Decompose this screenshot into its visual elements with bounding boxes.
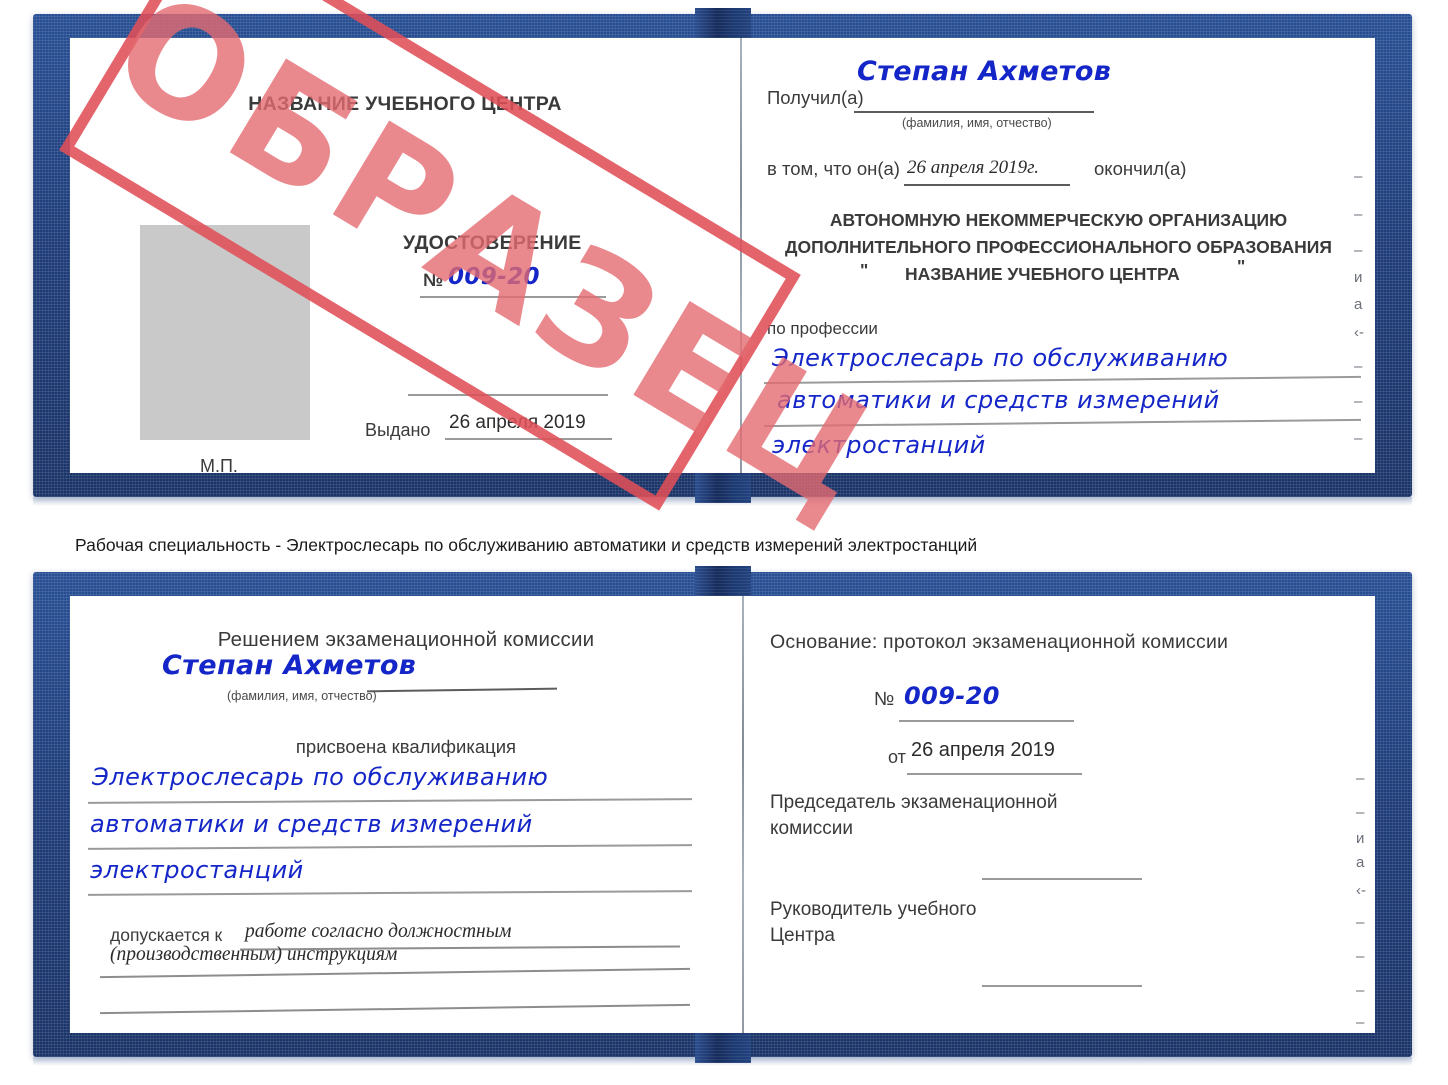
page-divider-top [740, 38, 742, 473]
basis-label: Основание: протокол экзаменационной коми… [770, 631, 1229, 653]
blank-rule-top [408, 394, 608, 396]
page-bottom-right: Основание: протокол экзаменационной коми… [744, 596, 1375, 1033]
margin-mark-4: и [1354, 269, 1363, 286]
margin-mark-b-6: – [1356, 914, 1365, 931]
margin-mark-6: ‹- [1354, 324, 1364, 341]
head-line-1: Руководитель учебного [770, 899, 977, 920]
issued-label-top: Выдано [365, 420, 431, 440]
margin-mark-9: – [1354, 430, 1363, 447]
student-name-bottom: Степан Ахметов [162, 650, 417, 681]
margin-mark-3: – [1354, 242, 1363, 259]
finished-label-top: окончил(а) [1094, 158, 1187, 179]
in-that-label-top: в том, что он(а) [767, 158, 900, 179]
page-divider-bottom [742, 596, 744, 1033]
spine-tab-top-upper [694, 8, 751, 38]
protocol-number-rule [899, 720, 1074, 722]
profession-line-3: электростанций [772, 431, 986, 459]
allowed-rule-3 [100, 1003, 690, 1014]
protocol-date-label: от [888, 747, 906, 767]
chairman-signature-rule [982, 878, 1142, 880]
margin-mark-b-7: – [1356, 948, 1365, 965]
received-hint-top: (фамилия, имя, отчество) [902, 116, 1052, 130]
qualification-rule-3 [87, 890, 693, 896]
certificate-title-top: УДОСТОВЕРЕНИЕ [403, 232, 582, 254]
org-line-3: НАЗВАНИЕ УЧЕБНОГО ЦЕНТРА [905, 264, 1180, 284]
qualification-label: присвоена квалификация [295, 736, 517, 757]
received-value-top: Степан Ахметов [857, 56, 1112, 87]
profession-label-top: по профессии [767, 319, 878, 338]
protocol-number-label: № [874, 689, 895, 710]
margin-mark-b-1: – [1356, 770, 1365, 787]
org-line-1: АВТОНОМНУЮ НЕКОММЕРЧЕСКУЮ ОРГАНИЗАЦИЮ [829, 210, 1288, 230]
name-hint-bottom: (фамилия, имя, отчество) [227, 689, 377, 703]
decision-title: Решением экзаменационной комиссии [217, 628, 595, 651]
head-line-2: Центра [770, 925, 835, 946]
training-center-name-top: НАЗВАНИЕ УЧЕБНОГО ЦЕНТРА [248, 93, 562, 115]
in-that-value-top: 26 апреля 2019г. [907, 157, 1039, 178]
margin-mark-b-5: ‹- [1356, 882, 1366, 899]
allowed-label: допускается к [110, 925, 223, 945]
photo-placeholder [140, 225, 310, 440]
issued-value-top: 26 апреля 2019 [449, 412, 586, 433]
spine-tab-bottom-upper [694, 566, 751, 596]
certificate-book-top: НАЗВАНИЕ УЧЕБНОГО ЦЕНТРА УДОСТОВЕРЕНИЕ №… [33, 8, 1412, 506]
allowed-value-line-2: (производственным) инструкциям [110, 944, 398, 965]
head-signature-rule [982, 985, 1142, 987]
margin-mark-7: – [1354, 358, 1363, 375]
profession-rule-1 [764, 375, 1361, 385]
qualification-line-3: электростанций [90, 856, 304, 884]
pages-bottom: Решением экзаменационной комиссии Степан… [70, 596, 1375, 1033]
allowed-value-line-1: работе согласно должностным [245, 921, 512, 942]
margin-mark-5: а [1354, 296, 1363, 313]
profession-line-1: Электрослесарь по обслуживанию [772, 344, 1229, 372]
profession-line-2: автоматики и средств измерений [777, 386, 1220, 414]
margin-mark-2: – [1354, 206, 1363, 223]
qualification-line-2: автоматики и средств измерений [90, 810, 533, 838]
received-rule-top [854, 111, 1094, 113]
margin-mark-b-2: – [1356, 804, 1365, 821]
margin-mark-b-3: и [1356, 830, 1365, 847]
certificate-book-bottom: Решением экзаменационной комиссии Степан… [33, 566, 1412, 1066]
margin-mark-b-8: – [1356, 982, 1365, 999]
chairman-line-2: комиссии [770, 818, 853, 839]
pages-top: НАЗВАНИЕ УЧЕБНОГО ЦЕНТРА УДОСТОВЕРЕНИЕ №… [70, 38, 1375, 473]
page-bottom-left: Решением экзаменационной комиссии Степан… [70, 596, 742, 1033]
profession-rule-2 [764, 418, 1361, 428]
page-top-right: Получил(а) Степан Ахметов (фамилия, имя,… [742, 38, 1375, 473]
number-value-top: 009-20 [448, 264, 540, 290]
name-rule-bottom [366, 687, 558, 692]
issued-rule-top [445, 438, 612, 440]
org-quote-open: " [860, 260, 869, 280]
qualification-rule-2 [87, 844, 693, 850]
number-label-top: № [423, 270, 444, 290]
org-quote-close: " [1237, 256, 1246, 276]
margin-mark-1: – [1354, 168, 1363, 185]
margin-mark-b-9: – [1356, 1014, 1365, 1031]
protocol-number-value: 009-20 [904, 682, 1000, 710]
margin-mark-b-4: а [1356, 854, 1365, 871]
number-rule-top [420, 296, 606, 298]
spine-tab-bottom-lower [694, 1033, 751, 1063]
protocol-date-rule [907, 773, 1082, 775]
spine-tab-top-lower [694, 473, 751, 503]
qualification-rule-1 [87, 798, 693, 804]
received-label-top: Получил(а) [767, 87, 864, 108]
qualification-line-1: Электрослесарь по обслуживанию [92, 763, 549, 791]
org-line-2: ДОПОЛНИТЕЛЬНОГО ПРОФЕССИОНАЛЬНОГО ОБРАЗО… [785, 237, 1332, 257]
seal-label-top: М.П. [200, 456, 238, 473]
in-that-rule-top [904, 184, 1070, 186]
allowed-rule-2 [100, 967, 690, 978]
margin-mark-8: – [1354, 393, 1363, 410]
page-caption: Рабочая специальность - Электрослесарь п… [75, 535, 978, 555]
protocol-date-value: 26 апреля 2019 [911, 739, 1055, 761]
chairman-line-1: Председатель экзаменационной [770, 792, 1058, 813]
page-top-left: НАЗВАНИЕ УЧЕБНОГО ЦЕНТРА УДОСТОВЕРЕНИЕ №… [70, 38, 740, 473]
